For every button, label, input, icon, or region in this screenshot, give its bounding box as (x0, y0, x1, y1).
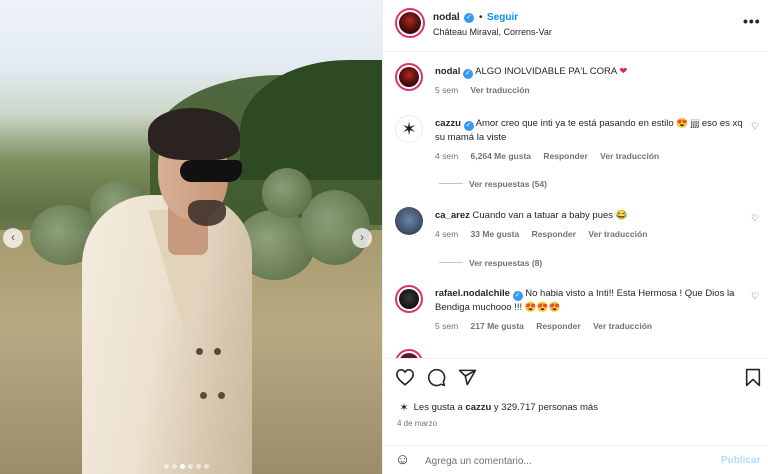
comment-text: rafael.nodalchile ✓ No habia visto a Int… (435, 287, 745, 315)
follow-button[interactable]: Seguir (487, 12, 518, 23)
comment-text: nodal ✓ ALGO INOLVIDABLE PA'L CORA ❤ (435, 65, 745, 79)
verified-icon: ✓ (462, 69, 473, 79)
comment-like-heart-icon[interactable]: ♡ (751, 213, 759, 224)
publish-button[interactable]: Publicar (721, 455, 760, 466)
avatar[interactable] (395, 63, 423, 91)
post-username[interactable]: nodal (433, 12, 460, 23)
comment-time[interactable]: 4 sem (435, 229, 458, 239)
comment-username[interactable]: ca_arez (435, 210, 470, 221)
comment-meta: 5 sem Ver traducción (435, 85, 540, 95)
comment-time[interactable]: 5 sem (435, 85, 458, 95)
more-icon[interactable]: ••• (743, 13, 761, 29)
post-side-panel: nodal ✓ • Seguir Château Miraval, Corren… (382, 0, 768, 474)
comment-likes[interactable]: 33 Me gusta (471, 229, 520, 239)
heart-emoji: ❤ (619, 66, 628, 77)
comment-icon[interactable] (427, 368, 446, 387)
separator-dot: • (479, 12, 483, 23)
verified-icon: ✓ (464, 13, 474, 23)
view-replies-button[interactable]: Ver respuestas (54) (439, 179, 547, 189)
emoji-icon[interactable]: ☺ (395, 451, 410, 468)
replies-label: Ver respuestas (54) (469, 179, 547, 189)
coat-button (214, 348, 221, 355)
carousel-dots (164, 464, 209, 469)
carousel-dot[interactable] (172, 464, 177, 469)
carousel-dot[interactable] (196, 464, 201, 469)
comments-list: nodal ✓ ALGO INOLVIDABLE PA'L CORA ❤ 5 s… (383, 53, 768, 358)
comment-like-heart-icon[interactable]: ♡ (751, 291, 759, 302)
comment-username[interactable]: cazzu (435, 118, 461, 129)
reply-button[interactable]: Responder (543, 151, 587, 161)
carousel-prev-button[interactable]: ‹ (3, 228, 23, 248)
avatar[interactable] (395, 285, 423, 313)
comment-username[interactable]: rafael.nodalchile (435, 288, 510, 299)
likes-prefix: Les gusta a (413, 402, 463, 413)
avatar[interactable] (395, 349, 423, 358)
avatar[interactable]: ✶ (395, 115, 423, 143)
translate-link[interactable]: Ver traducción (593, 321, 652, 331)
carousel-dot[interactable] (204, 464, 209, 469)
carousel-next-button[interactable]: › (352, 228, 372, 248)
post-header: nodal ✓ • Seguir Château Miraval, Corren… (383, 0, 768, 52)
comment-meta: 4 sem 6,264 Me gusta Responder Ver tradu… (435, 151, 669, 161)
comment-likes[interactable]: 6,264 Me gusta (471, 151, 531, 161)
comment-username[interactable]: nodal (435, 66, 460, 77)
coat-button (218, 392, 225, 399)
verified-icon: ✓ (512, 291, 523, 301)
likes-summary[interactable]: ✶ Les gusta a cazzu y 329.717 personas m… (397, 401, 598, 414)
photo-beard (188, 200, 226, 226)
avatar[interactable] (395, 8, 425, 38)
coat-button (200, 392, 207, 399)
comment-text: ca_arez Cuando van a tatuar a baby pues … (435, 209, 745, 223)
avatar[interactable] (395, 207, 423, 235)
comment-meta: 5 sem 217 Me gusta Responder Ver traducc… (435, 321, 662, 331)
translate-link[interactable]: Ver traducción (588, 229, 647, 239)
replies-line (439, 183, 463, 184)
comment-body: Amor creo que inti ya te está pasando en… (435, 118, 743, 143)
carousel-dot[interactable] (164, 464, 169, 469)
carousel-dot-active[interactable] (180, 464, 185, 469)
comment-meta: 4 sem 33 Me gusta Responder Ver traducci… (435, 229, 657, 239)
comment-time[interactable]: 4 sem (435, 151, 458, 161)
translate-link[interactable]: Ver traducción (471, 85, 530, 95)
share-icon[interactable] (458, 368, 477, 387)
post-photo: ‹ › (0, 0, 382, 474)
post-actions: ✶ Les gusta a cazzu y 329.717 personas m… (383, 358, 768, 474)
carousel-dot[interactable] (188, 464, 193, 469)
post-date[interactable]: 4 de marzo (397, 419, 437, 428)
comment-text: cazzu ✓ Amor creo que inti ya te está pa… (435, 117, 745, 145)
photo-sunglasses (180, 160, 242, 182)
heart-icon[interactable] (395, 368, 415, 386)
replies-line (439, 262, 463, 263)
reply-button[interactable]: Responder (536, 321, 580, 331)
photo-tree (262, 168, 312, 218)
likes-user[interactable]: cazzu (465, 402, 491, 413)
verified-icon: ✓ (463, 121, 474, 131)
view-replies-button[interactable]: Ver respuestas (8) (439, 258, 542, 268)
coat-button (196, 348, 203, 355)
comment-likes[interactable]: 217 Me gusta (471, 321, 524, 331)
comment-like-heart-icon[interactable]: ♡ (751, 121, 759, 132)
comment-input[interactable] (425, 452, 705, 470)
photo-hair (148, 108, 240, 160)
likes-suffix[interactable]: y 329.717 personas más (494, 402, 598, 413)
reply-button[interactable]: Responder (532, 229, 576, 239)
comment-composer: ☺ Publicar (383, 445, 768, 474)
comment-body: ALGO INOLVIDABLE PA'L CORA (475, 66, 617, 77)
comment-body: Cuando van a tatuar a baby pues 😂 (472, 210, 628, 221)
liker-avatar: ✶ (399, 402, 409, 414)
replies-label: Ver respuestas (8) (469, 258, 543, 268)
post-location[interactable]: Château Miraval, Correns-Var (433, 27, 552, 37)
bookmark-icon[interactable] (745, 368, 761, 387)
comment-time[interactable]: 5 sem (435, 321, 458, 331)
translate-link[interactable]: Ver traducción (600, 151, 659, 161)
